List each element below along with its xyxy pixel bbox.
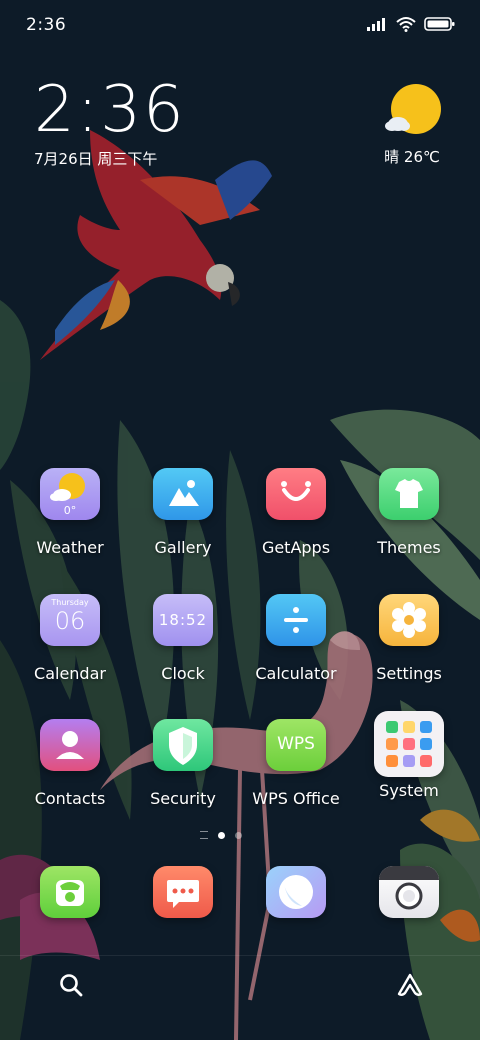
clock-widget-time: 2:36 [34, 73, 186, 147]
phone-icon[interactable] [40, 866, 100, 918]
app-clock[interactable]: 18:52 Clock [127, 594, 239, 683]
app-weather[interactable]: 0° Weather [14, 468, 126, 557]
app-themes[interactable]: Themes [353, 468, 465, 557]
contacts-icon [40, 719, 100, 771]
clock-icon: 18:52 [153, 594, 213, 646]
app-label: Settings [376, 664, 442, 683]
app-label: Calendar [34, 664, 106, 683]
app-label: Gallery [154, 538, 212, 557]
search-icon[interactable] [58, 972, 84, 998]
clock-icon-time: 18:52 [158, 611, 208, 629]
calendar-weekday: Thursday [51, 598, 89, 607]
page-indicator-list [200, 831, 208, 839]
gallery-icon [153, 468, 213, 520]
security-icon [153, 719, 213, 771]
app-label: Clock [161, 664, 205, 683]
calculator-icon [266, 594, 326, 646]
app-calendar[interactable]: Thursday 06 Calendar [14, 594, 126, 683]
app-getapps[interactable]: GetApps [240, 468, 352, 557]
settings-icon [379, 594, 439, 646]
app-label: Security [150, 789, 216, 808]
signal-icon [367, 18, 385, 31]
messages-icon[interactable] [153, 866, 213, 918]
app-label: WPS Office [252, 789, 340, 808]
themes-icon [379, 468, 439, 520]
weather-temp-badge: 0° [63, 504, 77, 517]
assistant-icon[interactable] [396, 972, 424, 998]
calendar-day: 06 [54, 607, 86, 635]
calendar-icon: Thursday 06 [40, 594, 100, 646]
clock-widget[interactable]: 2:36 7月26日 周三下午 [34, 78, 186, 169]
wps-office-icon: WPS [266, 719, 326, 771]
system-folder-icon [374, 711, 444, 777]
app-label: Themes [377, 538, 441, 557]
bottom-bar [0, 955, 480, 1016]
app-label: Calculator [255, 664, 337, 683]
app-label: Contacts [34, 789, 106, 808]
wifi-icon [396, 17, 416, 32]
browser-icon[interactable] [266, 866, 326, 918]
wps-logo-text: WPS [277, 734, 315, 754]
weather-widget-text: 晴 26℃ [384, 148, 440, 166]
app-label: System [379, 781, 439, 800]
app-system-folder[interactable]: System [353, 711, 465, 800]
app-security[interactable]: Security [127, 719, 239, 808]
page-indicator[interactable] [200, 831, 242, 839]
status-icons [366, 16, 456, 32]
clock-widget-date: 7月26日 周三下午 [34, 150, 158, 168]
camera-icon[interactable] [379, 866, 439, 918]
app-wps-office[interactable]: WPS WPS Office [240, 719, 352, 808]
app-gallery[interactable]: Gallery [127, 468, 239, 557]
weather-widget[interactable]: 晴 26℃ [372, 84, 452, 167]
app-label: Weather [36, 538, 104, 557]
status-bar: 2:36 [0, 0, 480, 50]
battery-icon [424, 17, 455, 31]
sun-with-cloud-icon [385, 84, 441, 134]
getapps-icon [266, 468, 326, 520]
app-calculator[interactable]: Calculator [240, 594, 352, 683]
app-settings[interactable]: Settings [353, 594, 465, 683]
page-indicator-dot-active [218, 831, 225, 839]
page-indicator-dot [235, 831, 242, 839]
app-contacts[interactable]: Contacts [14, 719, 126, 808]
weather-icon: 0° [40, 468, 100, 520]
app-label: GetApps [261, 538, 331, 557]
status-time: 2:36 [26, 15, 67, 35]
